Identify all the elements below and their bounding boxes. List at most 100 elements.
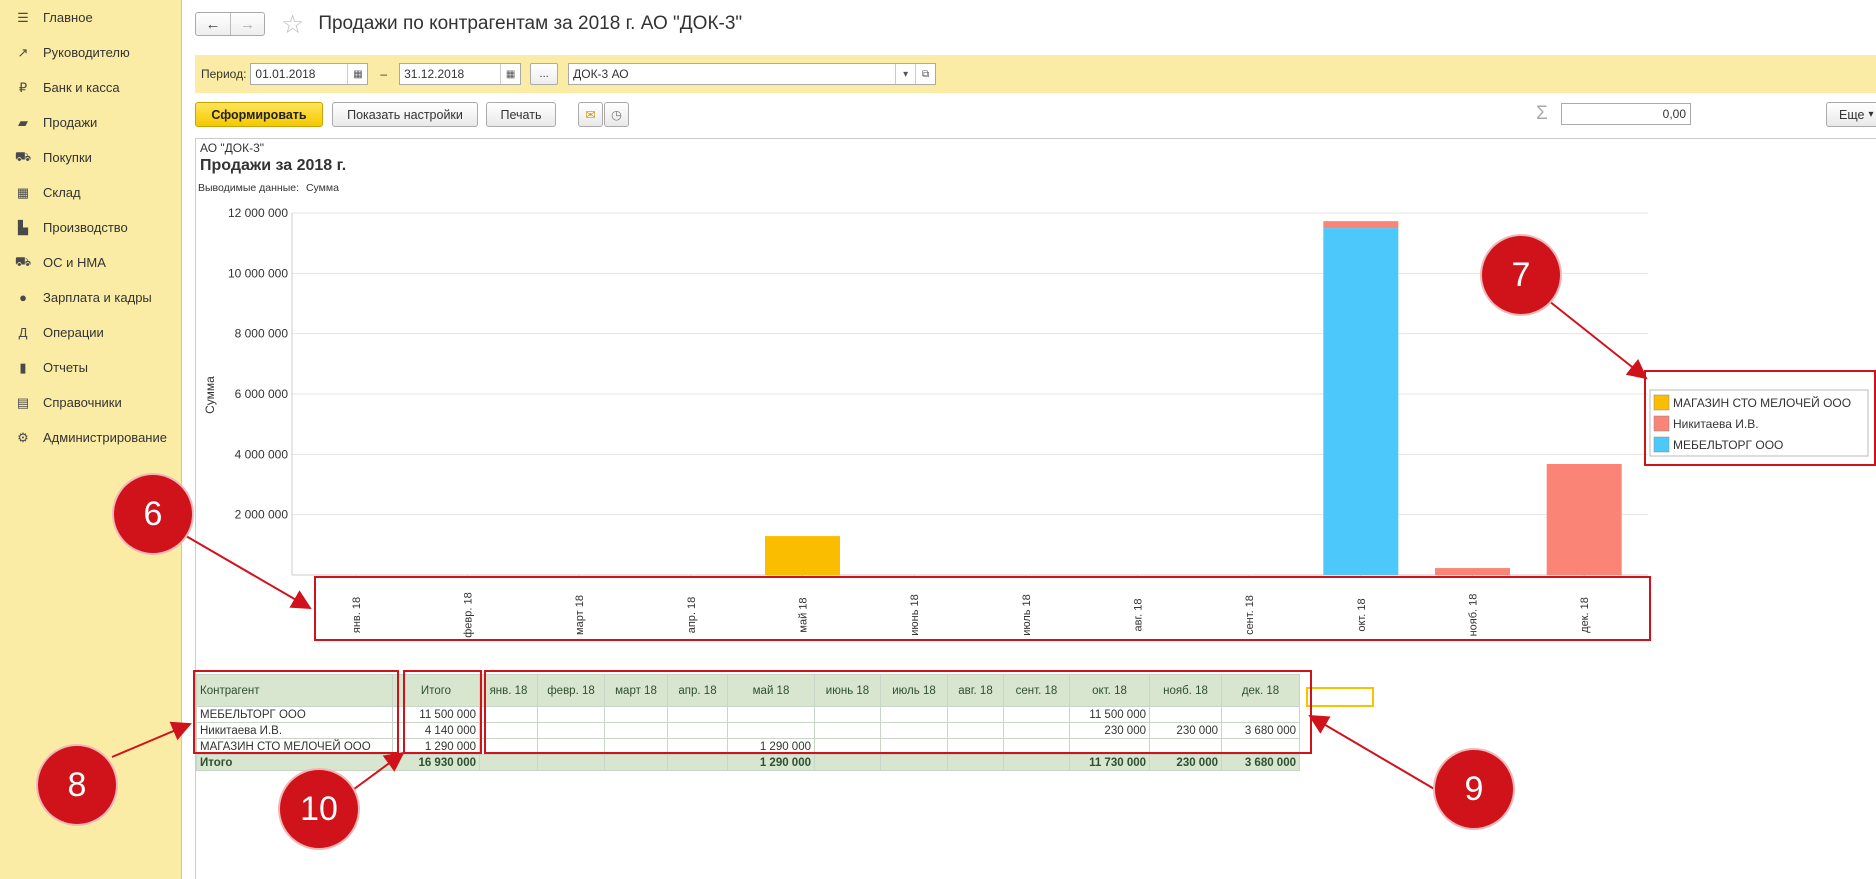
sigma-icon: Σ xyxy=(1536,103,1548,124)
generate-button[interactable]: Сформировать xyxy=(195,102,323,127)
sidebar-item-label: Склад xyxy=(43,185,81,200)
open-icon[interactable]: ⧉ xyxy=(915,64,935,84)
table-cell[interactable] xyxy=(1003,754,1070,771)
table-cell[interactable] xyxy=(947,754,1004,771)
more-button[interactable]: Еще ▾ xyxy=(1826,102,1876,127)
grid-icon: ▦ xyxy=(16,184,30,200)
sidebar-item-label: Администрирование xyxy=(43,430,167,445)
table-cell[interactable]: 16 930 000 xyxy=(392,754,480,771)
factory-icon: ▙ xyxy=(18,219,28,235)
organization-field[interactable]: ДОК-3 АО ▾ ⧉ xyxy=(568,63,937,85)
nav-buttons: ← → xyxy=(195,12,265,36)
table-cell[interactable]: 11 730 000 xyxy=(1069,754,1150,771)
annotation-box-contragent xyxy=(193,670,399,754)
date-to-value: 31.12.2018 xyxy=(404,67,465,81)
sidebar-item-label: Руководителю xyxy=(43,45,130,60)
table-cell[interactable]: 1 290 000 xyxy=(727,754,815,771)
table-cell[interactable] xyxy=(814,754,881,771)
chevron-down-icon: ▾ xyxy=(1868,109,1874,120)
sidebar-item[interactable]: Д Операции xyxy=(0,315,181,350)
menu-icon: ☰ xyxy=(17,9,29,25)
dt-kt-icon: Д xyxy=(18,325,28,340)
table-cell[interactable] xyxy=(667,754,728,771)
sum-field[interactable]: 0,00 xyxy=(1561,103,1691,125)
table-cell[interactable] xyxy=(880,754,948,771)
table-cell[interactable] xyxy=(479,754,538,771)
table-cell[interactable] xyxy=(604,754,668,771)
table-cell[interactable] xyxy=(537,754,605,771)
annotation-box-legend xyxy=(1644,370,1876,466)
filter-bar: Период: 01.01.2018 ▦ – 31.12.2018 ▦ ... … xyxy=(195,55,1876,93)
print-button[interactable]: Печать xyxy=(486,102,556,127)
period-dash: – xyxy=(380,67,388,81)
sidebar-item-label: Справочники xyxy=(43,395,122,410)
annotation-badge-10: 10 xyxy=(280,770,358,848)
output-label: Выводимые данные: Сумма xyxy=(198,182,339,194)
calendar-icon[interactable]: ▦ xyxy=(500,64,520,84)
back-button[interactable]: ← xyxy=(196,13,230,35)
selected-cell[interactable] xyxy=(1306,687,1374,707)
sidebar-item-label: Отчеты xyxy=(43,360,88,375)
sidebar-item[interactable]: ▦ Склад xyxy=(0,175,181,210)
show-settings-button[interactable]: Показать настройки xyxy=(332,102,478,127)
ruble-icon: ₽ xyxy=(18,79,28,95)
annotation-badge-9: 9 xyxy=(1435,750,1513,828)
sidebar-item-label: ОС и НМА xyxy=(43,255,106,270)
trend-icon: ↗ xyxy=(17,44,29,60)
truck-icon: ⛟ xyxy=(14,253,32,269)
sidebar-item[interactable]: ↗ Руководителю xyxy=(0,35,181,70)
sidebar-item-label: Покупки xyxy=(43,150,92,165)
period-choose-button[interactable]: ... xyxy=(530,63,559,85)
sidebar-item[interactable]: ▰ Продажи xyxy=(0,105,181,140)
gear-icon: ⚙ xyxy=(17,429,29,445)
report-heading: Продажи за 2018 г. xyxy=(200,157,347,174)
sidebar-item[interactable]: ⚙ Администрирование xyxy=(0,420,181,455)
window-header: ← → ☆ Продажи по контрагентам за 2018 г.… xyxy=(195,8,742,40)
more-label: Еще xyxy=(1839,107,1865,122)
sidebar-item[interactable]: ▤ Справочники xyxy=(0,385,181,420)
sidebar-item-label: Операции xyxy=(43,325,104,340)
calendar-icon[interactable]: ▦ xyxy=(347,64,367,84)
history-button[interactable]: ◷ xyxy=(604,102,629,127)
output-label-text: Выводимые данные: xyxy=(198,182,300,194)
sidebar-item-label: Зарплата и кадры xyxy=(43,290,152,305)
page-title: Продажи по контрагентам за 2018 г. АО "Д… xyxy=(318,13,743,34)
book-icon: ▤ xyxy=(16,394,30,410)
sidebar-item[interactable]: ▙ Производство xyxy=(0,210,181,245)
sidebar-item[interactable]: ▮ Отчеты xyxy=(0,350,181,385)
sidebar-item[interactable]: ☰ Главное xyxy=(0,0,181,35)
annotation-box-total xyxy=(403,670,482,754)
annotation-badge-7: 7 xyxy=(1482,236,1560,314)
report-toolbar: Сформировать Показать настройки Печать ✉… xyxy=(195,102,1876,128)
table-cell[interactable]: 230 000 xyxy=(1149,754,1222,771)
table-cell[interactable]: Итого xyxy=(196,754,393,771)
date-from-value: 01.01.2018 xyxy=(255,67,316,81)
sidebar-item[interactable]: ₽ Банк и касса xyxy=(0,70,181,105)
dropdown-icon[interactable]: ▾ xyxy=(895,64,915,84)
date-to-field[interactable]: 31.12.2018 ▦ xyxy=(399,63,522,85)
sidebar-item-label: Банк и касса xyxy=(43,80,120,95)
sidebar-item[interactable]: ● Зарплата и кадры xyxy=(0,280,181,315)
annotation-badge-6: 6 xyxy=(114,475,192,553)
bar-chart-icon: ▮ xyxy=(19,359,27,375)
email-button[interactable]: ✉ xyxy=(578,102,603,127)
annotation-box-months xyxy=(484,670,1312,754)
table-total-row: Итого 16 930 000 1 290 000 11 730 000 230 00… xyxy=(196,754,1300,771)
output-value-text: Сумма xyxy=(305,182,339,194)
favorite-star-icon[interactable]: ☆ xyxy=(281,11,304,37)
cart-icon: ⛟ xyxy=(14,148,32,164)
table-cell[interactable]: 3 680 000 xyxy=(1221,754,1300,771)
sidebar-item[interactable]: ⛟ Покупки xyxy=(0,140,181,175)
forward-button[interactable]: → xyxy=(230,13,264,35)
sidebar: ☰ Главное ↗ Руководителю ₽ Банк и касса ▰ Прода… xyxy=(0,0,182,879)
date-from-field[interactable]: 01.01.2018 ▦ xyxy=(250,63,369,85)
sidebar-item[interactable]: ⛟ ОС и НМА xyxy=(0,245,181,280)
sum-value: 0,00 xyxy=(1662,107,1686,121)
sidebar-item-label: Главное xyxy=(43,10,93,25)
organization-value: ДОК-3 АО xyxy=(573,67,629,81)
person-icon: ● xyxy=(19,290,27,305)
sidebar-item-label: Продажи xyxy=(43,115,98,130)
sidebar-item-label: Производство xyxy=(43,220,128,235)
report-org: АО "ДОК-3" xyxy=(200,141,265,155)
period-label: Период: xyxy=(201,67,247,81)
